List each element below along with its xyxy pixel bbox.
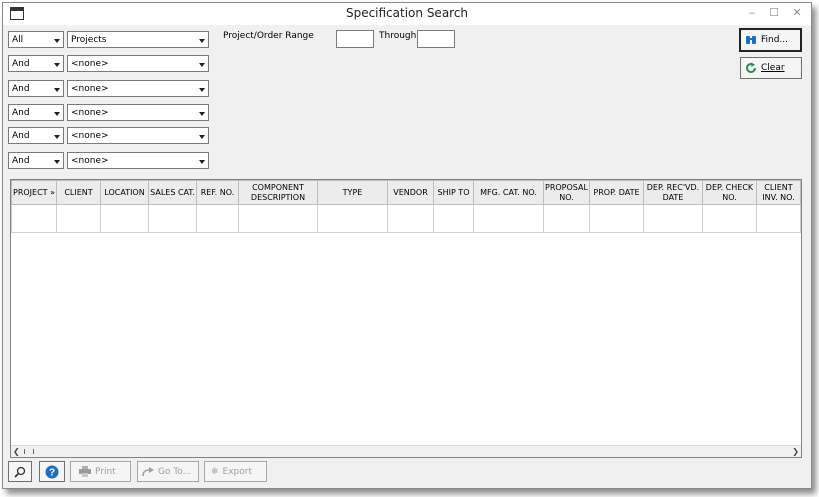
table-cell[interactable] [543, 204, 590, 233]
chevron-down-icon [54, 135, 60, 139]
criteria-operator-select[interactable]: And [8, 55, 64, 72]
chevron-down-icon [54, 88, 60, 92]
title-bar: Specification Search – ☐ ✕ [3, 3, 811, 25]
chevron-down-icon [199, 63, 205, 67]
clear-button-label: Clear [761, 63, 785, 73]
table-cell[interactable] [56, 204, 101, 233]
column-header[interactable]: REF. NO. [196, 180, 239, 205]
table-cell[interactable] [317, 204, 388, 233]
magnifier-icon [14, 466, 26, 478]
goto-button[interactable]: Go To... [137, 461, 199, 482]
export-icon: ❄ [211, 466, 219, 477]
help-button[interactable]: ? [39, 461, 65, 482]
chevron-down-icon [54, 63, 60, 67]
scroll-left-icon[interactable]: ❮ [13, 446, 20, 457]
table-cell[interactable] [148, 204, 197, 233]
column-header[interactable]: SHIP TO [433, 180, 474, 205]
binoculars-icon [746, 36, 756, 44]
find-button[interactable]: Find... [739, 28, 802, 52]
minimize-button[interactable]: – [742, 5, 762, 21]
refresh-icon [746, 62, 756, 73]
table-cell[interactable] [642, 204, 703, 233]
table-cell[interactable] [433, 204, 474, 233]
results-table: PROJECT » CLIENT LOCATION SALES CAT. REF… [11, 180, 801, 233]
table-row[interactable] [11, 204, 801, 233]
column-header[interactable]: PROJECT » [11, 180, 57, 205]
criteria-field-select[interactable]: <none> [67, 80, 209, 97]
chevron-down-icon [199, 112, 205, 116]
horizontal-scrollbar[interactable]: ❮ ❯ [11, 445, 801, 457]
table-cell[interactable] [387, 204, 434, 233]
column-header[interactable]: CLIENT INV. NO. [755, 180, 801, 205]
column-header[interactable]: TYPE [317, 180, 388, 205]
through-label: Through [379, 31, 417, 41]
column-header[interactable]: LOCATION [100, 180, 149, 205]
export-button-label: Export [222, 466, 253, 477]
criteria-field-select[interactable]: Projects [67, 31, 209, 48]
table-cell[interactable] [11, 204, 57, 233]
find-button-label: Find... [761, 35, 789, 45]
close-button[interactable]: ✕ [787, 5, 807, 21]
column-header[interactable]: DEP. CHECK NO. [701, 180, 757, 205]
clear-button[interactable]: Clear [740, 57, 802, 79]
print-button-label: Print [95, 466, 116, 477]
chevron-down-icon [199, 39, 205, 43]
chevron-down-icon [199, 88, 205, 92]
results-grid[interactable]: PROJECT » CLIENT LOCATION SALES CAT. REF… [10, 179, 802, 458]
column-header[interactable]: VENDOR [387, 180, 434, 205]
specification-search-window: Specification Search – ☐ ✕ All Projects … [2, 2, 812, 489]
column-header[interactable]: COMPONENT DESCRIPTION [238, 180, 318, 205]
column-header[interactable]: SALES CAT. [148, 180, 197, 205]
print-button[interactable]: Print [70, 461, 131, 482]
maximize-button[interactable]: ☐ [764, 5, 784, 21]
table-cell[interactable] [196, 204, 239, 233]
column-header[interactable]: DEP. REC'VD. DATE [642, 180, 703, 205]
goto-arrow-icon [142, 466, 154, 476]
criteria-operator-select[interactable]: And [8, 127, 64, 144]
column-header[interactable]: MFG. CAT. NO. [473, 180, 544, 205]
range-to-input[interactable] [417, 30, 455, 48]
range-from-input[interactable] [336, 30, 374, 48]
window-title: Specification Search [345, 6, 469, 20]
criteria-field-select[interactable]: <none> [67, 104, 209, 121]
goto-button-label: Go To... [158, 466, 192, 477]
export-button[interactable]: ❄ Export [204, 461, 267, 482]
printer-icon [79, 466, 91, 477]
range-label: Project/Order Range [223, 31, 314, 41]
help-icon: ? [45, 465, 59, 478]
criteria-field-select[interactable]: <none> [67, 55, 209, 72]
criteria-field-select[interactable]: <none> [67, 152, 209, 169]
search-button[interactable] [8, 461, 32, 482]
criteria-operator-select[interactable]: And [8, 80, 64, 97]
table-cell[interactable] [755, 204, 801, 233]
grid-header-row: PROJECT » CLIENT LOCATION SALES CAT. REF… [11, 180, 801, 205]
table-cell[interactable] [588, 204, 644, 233]
column-header[interactable]: PROP. DATE [588, 180, 644, 205]
chevron-down-icon [54, 160, 60, 164]
scrollbar-thumb[interactable] [24, 449, 34, 454]
chevron-down-icon [199, 135, 205, 139]
chevron-down-icon [54, 112, 60, 116]
table-cell[interactable] [473, 204, 544, 233]
criteria-operator-select[interactable]: And [8, 152, 64, 169]
criteria-field-select[interactable]: <none> [67, 127, 209, 144]
table-cell[interactable] [701, 204, 757, 233]
svg-text:?: ? [49, 467, 55, 478]
criteria-operator-select[interactable]: All [8, 31, 64, 48]
chevron-down-icon [199, 160, 205, 164]
column-header[interactable]: PROPOSAL NO. [543, 180, 590, 205]
chevron-down-icon [54, 39, 60, 43]
column-header[interactable]: CLIENT [56, 180, 101, 205]
table-cell[interactable] [100, 204, 149, 233]
table-cell[interactable] [238, 204, 318, 233]
criteria-operator-select[interactable]: And [8, 104, 64, 121]
scroll-right-icon[interactable]: ❯ [792, 446, 799, 457]
